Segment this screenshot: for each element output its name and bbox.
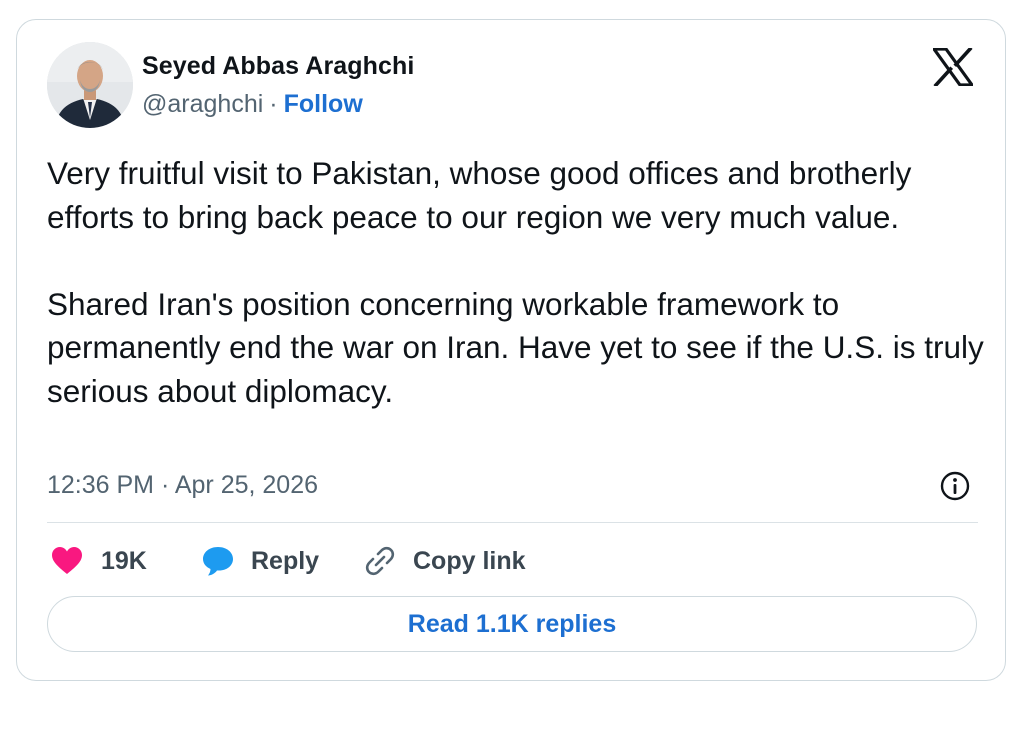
x-logo-icon[interactable]	[933, 48, 973, 86]
author-handle[interactable]: @araghchi	[142, 90, 263, 118]
like-button[interactable]: 19K	[51, 540, 147, 582]
tweet-text: Very fruitful visit to Pakistan, whose g…	[47, 155, 984, 409]
reply-label: Reply	[251, 546, 320, 575]
avatar[interactable]	[47, 42, 133, 128]
avatar-photo	[47, 42, 133, 128]
info-icon[interactable]	[939, 470, 971, 502]
reply-button[interactable]: Reply	[201, 540, 319, 582]
link-icon	[365, 546, 395, 576]
separator-dot: ·	[269, 90, 278, 118]
author-handle-row: @araghchi · Follow	[142, 90, 363, 119]
follow-link[interactable]: Follow	[284, 90, 363, 118]
tweet-actions: 19K Reply Copy link	[47, 540, 747, 582]
divider	[47, 522, 978, 523]
copy-link-label: Copy link	[413, 546, 526, 575]
author-name[interactable]: Seyed Abbas Araghchi	[142, 52, 414, 81]
copy-link-button[interactable]: Copy link	[363, 540, 526, 582]
tweet-timestamp[interactable]: 12:36 PM · Apr 25, 2026	[47, 471, 318, 500]
tweet-card: Seyed Abbas Araghchi @araghchi · Follow Ve…	[16, 19, 1006, 681]
speech-bubble-icon	[203, 547, 233, 576]
read-replies-button[interactable]: Read 1.1K replies	[47, 596, 977, 652]
heart-icon	[52, 547, 82, 574]
like-count: 19K	[101, 546, 147, 575]
